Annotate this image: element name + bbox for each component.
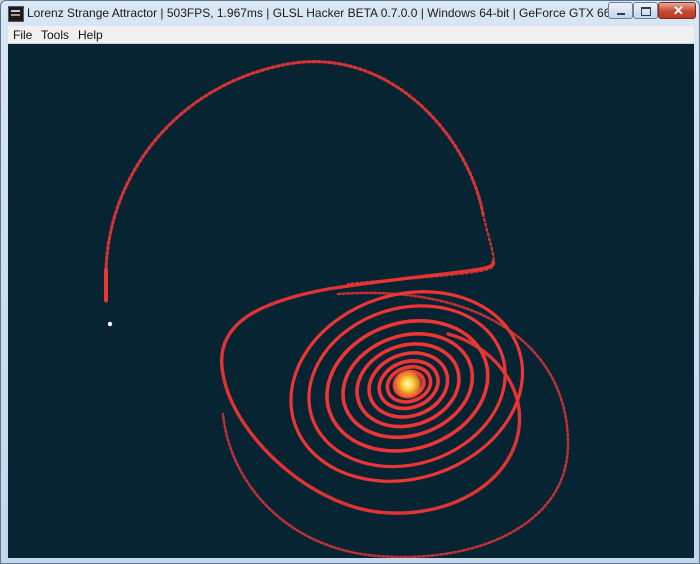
close-icon: ✕ xyxy=(673,3,684,18)
render-viewport[interactable] xyxy=(8,44,694,558)
minimize-button[interactable] xyxy=(608,2,633,19)
window-title: Lorenz Strange Attractor | 503FPS, 1.967… xyxy=(27,6,682,20)
menu-tools[interactable]: Tools xyxy=(41,28,69,42)
attractor-canvas xyxy=(8,44,694,558)
menu-file[interactable]: File xyxy=(13,28,32,42)
menu-bar: File Tools Help xyxy=(8,26,694,44)
minimize-icon xyxy=(617,13,625,15)
attractor-core-glow xyxy=(392,368,424,400)
maximize-button[interactable] xyxy=(633,2,658,19)
app-icon[interactable] xyxy=(8,6,24,22)
app-window: Lorenz Strange Attractor | 503FPS, 1.967… xyxy=(0,0,700,564)
start-point-marker xyxy=(107,321,113,327)
maximize-icon xyxy=(641,7,651,16)
close-button[interactable]: ✕ xyxy=(658,2,696,19)
title-bar[interactable]: Lorenz Strange Attractor | 503FPS, 1.967… xyxy=(1,1,699,25)
scene-background xyxy=(8,44,694,558)
menu-help[interactable]: Help xyxy=(78,28,103,42)
